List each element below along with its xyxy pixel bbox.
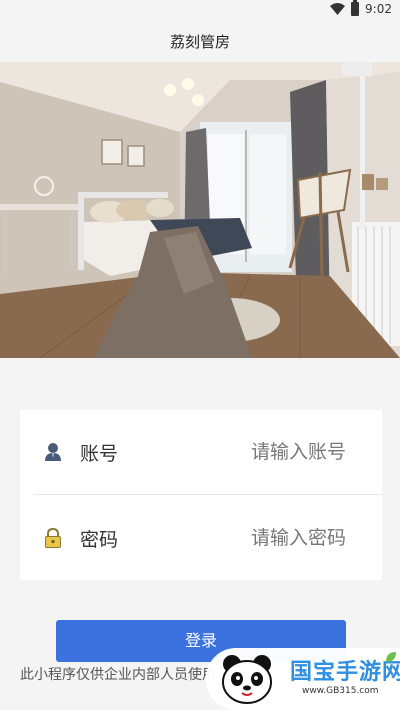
battery-icon xyxy=(351,0,360,16)
account-field-row: 账号 xyxy=(20,410,382,494)
password-input[interactable] xyxy=(186,527,346,549)
account-input[interactable] xyxy=(186,441,346,463)
password-label: 密码 xyxy=(80,528,119,551)
status-bar: 9:02 xyxy=(0,0,400,22)
lock-icon xyxy=(45,528,61,548)
status-right: 9:02 xyxy=(330,0,392,16)
account-label: 账号 xyxy=(80,442,119,465)
page-title: 荔刻管房 xyxy=(0,22,400,62)
password-field-row: 密码 xyxy=(20,496,382,580)
wifi-icon xyxy=(330,3,346,15)
form-divider xyxy=(34,494,382,495)
notice-text: 此小程序仅供企业内部人员使用 xyxy=(20,667,216,683)
watermark: 国宝手游网 www.GB315.com xyxy=(206,648,400,710)
login-form: 账号 密码 xyxy=(20,410,382,580)
bedroom-photo xyxy=(0,62,400,358)
user-icon xyxy=(45,443,61,461)
panda-logo xyxy=(222,655,272,704)
status-time: 9:02 xyxy=(365,2,392,16)
watermark-url: www.GB315.com xyxy=(302,686,379,696)
leaf-icon xyxy=(386,652,396,662)
